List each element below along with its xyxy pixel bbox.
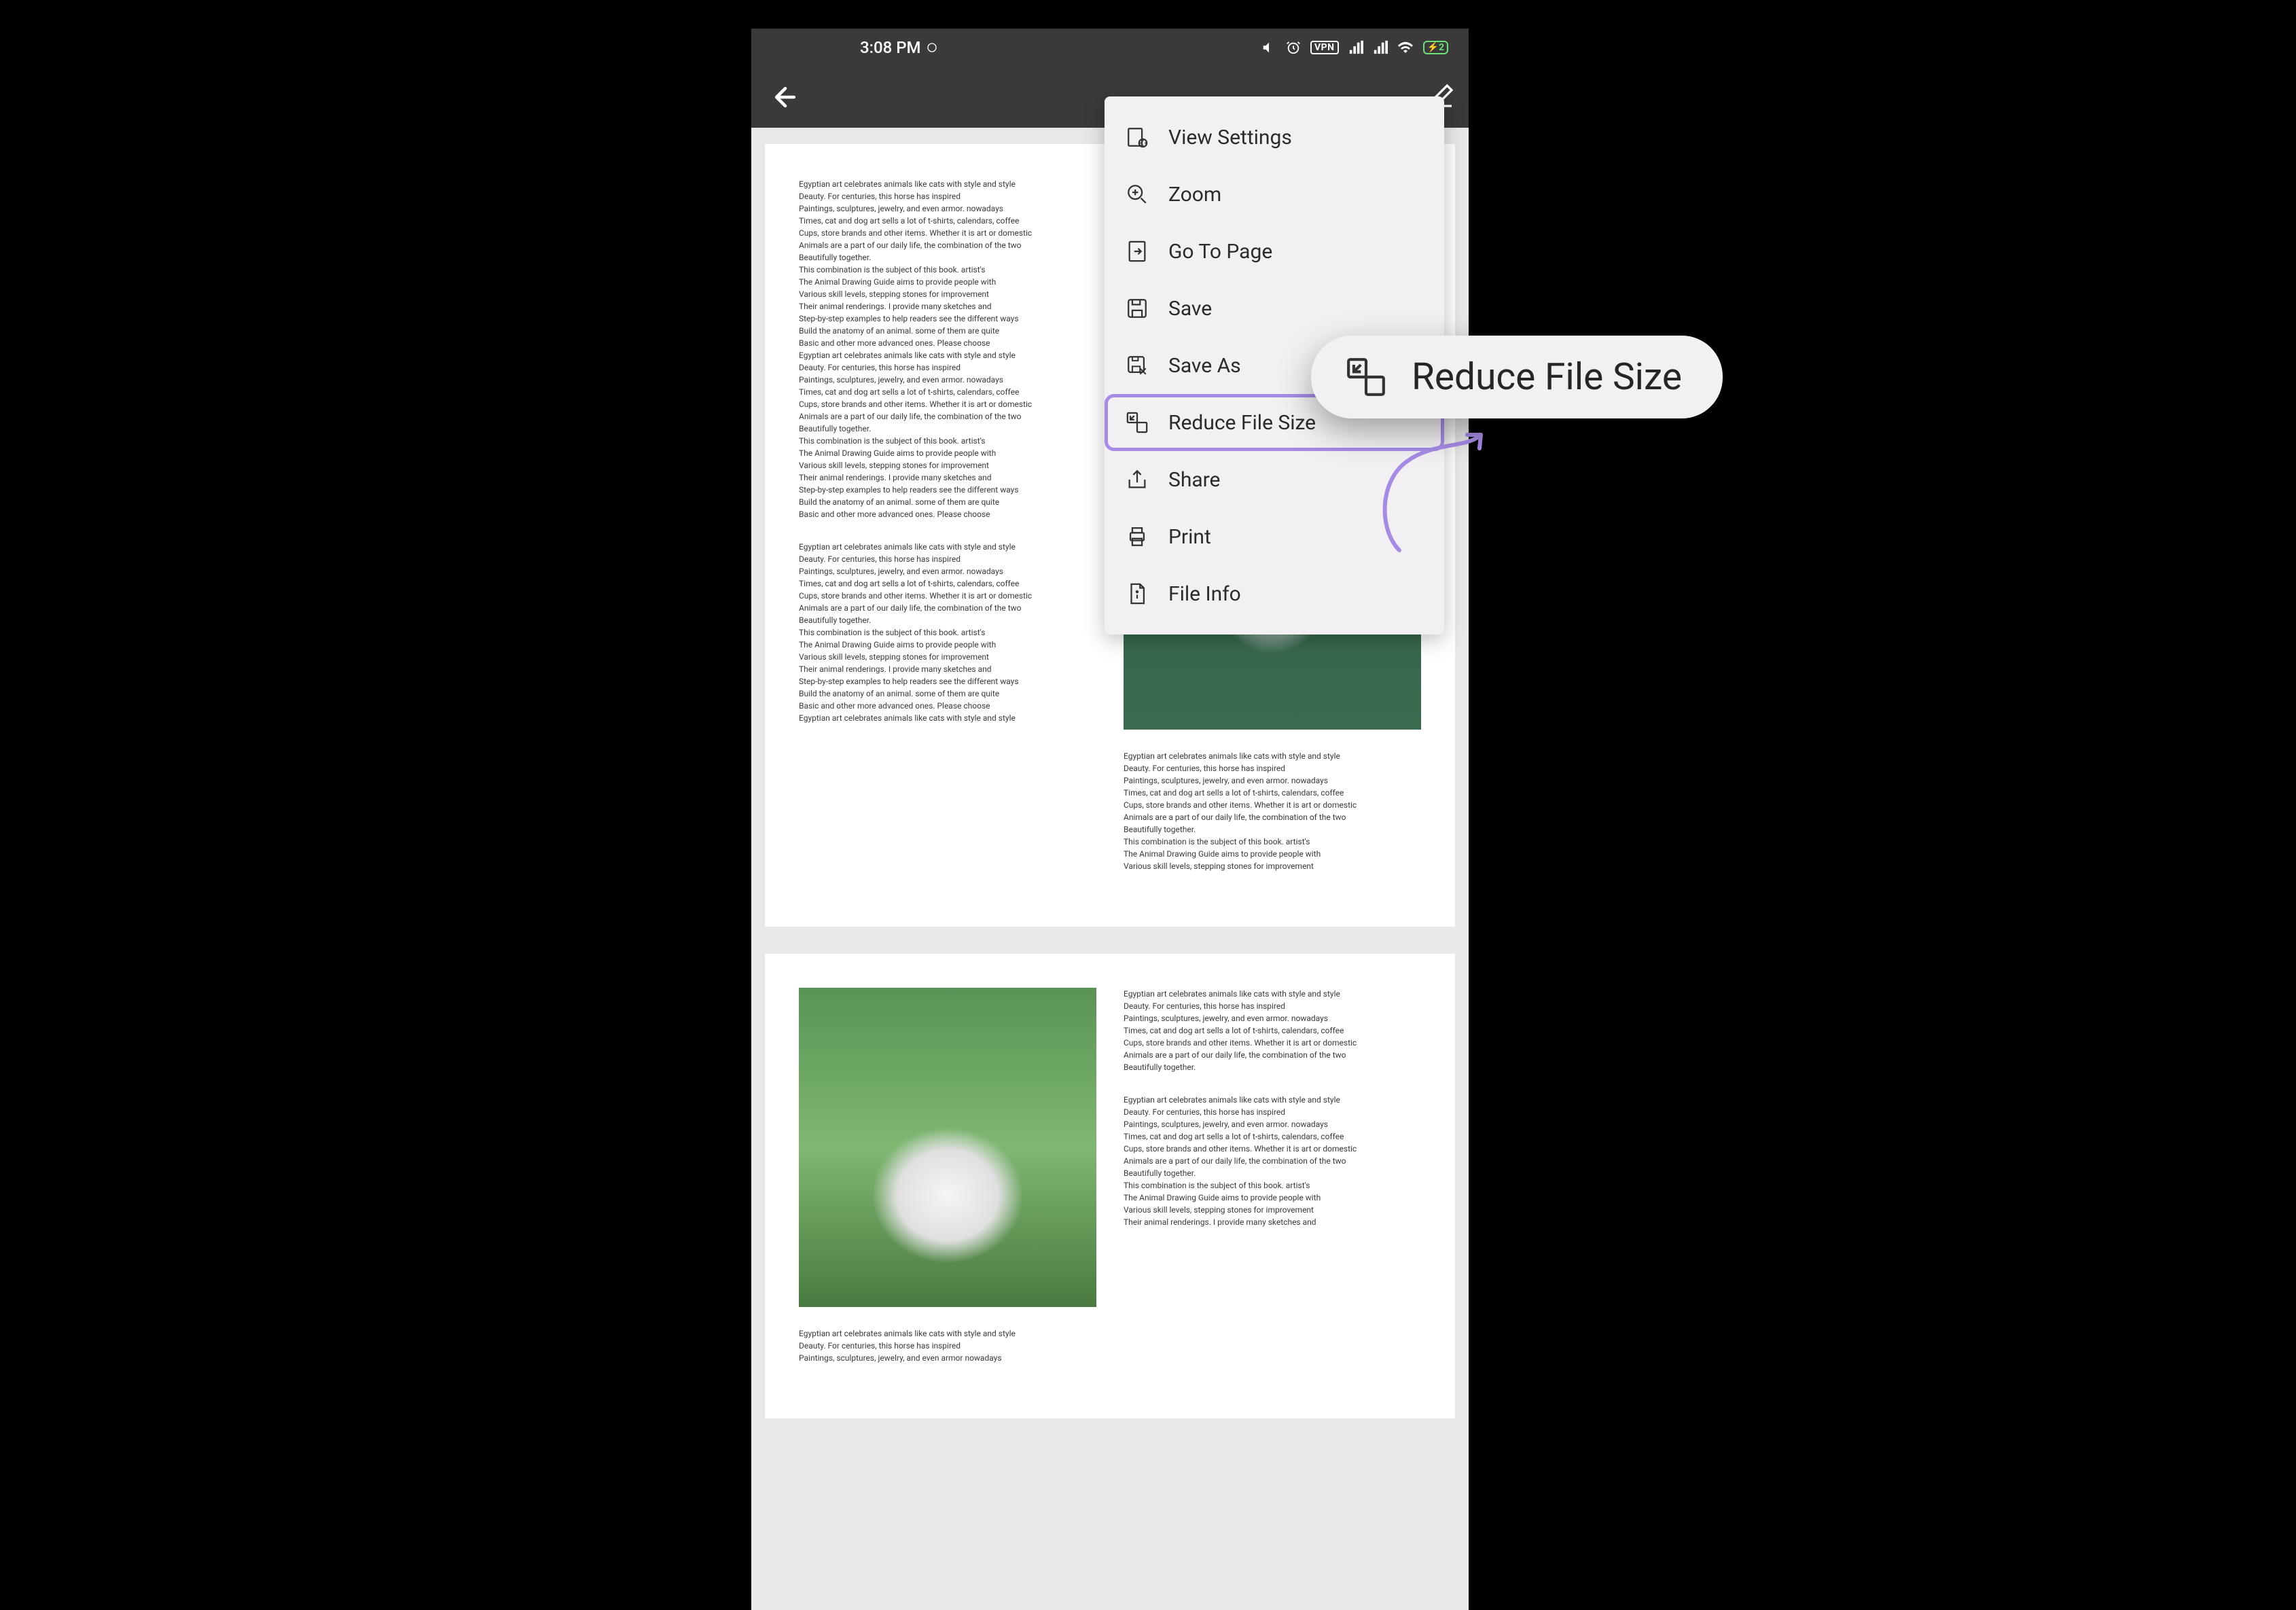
mute-icon	[1261, 40, 1276, 55]
doc-image-rabbit	[799, 988, 1096, 1307]
phone-screenshot: 3:08 PM VPN ⚡2	[751, 29, 1469, 1610]
status-time: 3:08 PM	[860, 38, 921, 57]
callout-label: Reduce File Size	[1412, 355, 1682, 399]
menu-label: File Info	[1168, 582, 1241, 606]
goto-page-icon	[1125, 239, 1149, 264]
menu-item-goto-page[interactable]: Go To Page	[1105, 223, 1444, 280]
back-button[interactable]	[765, 77, 806, 118]
signal2-icon	[1373, 40, 1388, 55]
menu-label: Go To Page	[1168, 240, 1272, 264]
menu-label: Print	[1168, 525, 1211, 549]
save-icon	[1125, 296, 1149, 321]
doc-text: Egyptian art celebrates animals like cat…	[799, 1327, 1096, 1364]
signal1-icon	[1348, 40, 1363, 55]
doc-text: Egyptian art celebrates animals like cat…	[1124, 988, 1421, 1073]
save-as-icon	[1125, 353, 1149, 378]
menu-item-file-info[interactable]: File Info	[1105, 565, 1444, 622]
battery-badge: ⚡2	[1423, 41, 1448, 54]
share-icon	[1125, 467, 1149, 492]
reduce-file-icon	[1344, 355, 1388, 399]
reduce-file-icon	[1125, 410, 1149, 435]
file-info-icon	[1125, 582, 1149, 606]
menu-label: Zoom	[1168, 183, 1221, 207]
menu-item-save[interactable]: Save	[1105, 280, 1444, 337]
menu-item-zoom[interactable]: Zoom	[1105, 166, 1444, 223]
doc-text: Egyptian art celebrates animals like cat…	[1124, 1094, 1421, 1228]
doc-page-2: Egyptian art celebrates animals like cat…	[765, 954, 1455, 1418]
view-settings-icon	[1125, 125, 1149, 149]
alarm-icon	[1286, 40, 1301, 55]
menu-label: Save	[1168, 297, 1212, 321]
menu-label: Save As	[1168, 354, 1241, 378]
menu-label: View Settings	[1168, 126, 1292, 149]
doc-text: Egyptian art celebrates animals like cat…	[799, 178, 1096, 520]
doc-text: Egyptian art celebrates animals like cat…	[799, 541, 1096, 724]
status-bar: 3:08 PM VPN ⚡2	[751, 29, 1469, 67]
menu-item-view-settings[interactable]: View Settings	[1105, 109, 1444, 166]
wifi-icon	[1397, 39, 1414, 56]
callout-reduce-file-size: Reduce File Size	[1311, 336, 1723, 418]
annotation-arrow	[1372, 428, 1494, 564]
vpn-badge: VPN	[1310, 41, 1339, 54]
menu-label: Reduce File Size	[1168, 411, 1316, 435]
zoom-icon	[1125, 182, 1149, 207]
doc-text: Egyptian art celebrates animals like cat…	[1124, 750, 1421, 872]
menu-label: Share	[1168, 468, 1220, 492]
moon-icon	[927, 38, 937, 57]
print-icon	[1125, 524, 1149, 549]
